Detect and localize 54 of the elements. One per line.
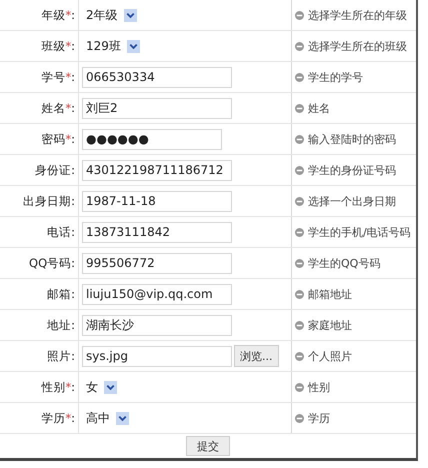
field-label: 出身日期: bbox=[22, 194, 76, 208]
submit-button[interactable]: 提交 bbox=[186, 436, 230, 456]
text-field[interactable]: 13873111842 bbox=[82, 222, 232, 242]
hint-text: 个人照片 bbox=[308, 348, 352, 364]
minus-circle-icon bbox=[295, 10, 304, 20]
field-label: 学号*: bbox=[40, 70, 76, 84]
minus-circle-icon bbox=[295, 414, 304, 422]
field-label: 电话: bbox=[46, 224, 76, 240]
minus-circle-icon bbox=[295, 104, 304, 112]
hint-text: 家庭地址 bbox=[308, 318, 352, 332]
hint-text: 姓名 bbox=[308, 100, 330, 116]
minus-circle-icon bbox=[295, 134, 304, 144]
field-label: 性别*: bbox=[40, 380, 76, 394]
text-field[interactable]: liuju150@vip.qq.com bbox=[82, 284, 232, 304]
hint-text: 学生的QQ号码 bbox=[308, 256, 380, 270]
field-label: 学历*: bbox=[40, 410, 76, 426]
minus-circle-icon bbox=[295, 290, 304, 298]
hint-text: 输入登陆时的密码 bbox=[308, 132, 396, 146]
hint-text: 学生的学号 bbox=[308, 70, 363, 84]
text-field[interactable]: 995506772 bbox=[82, 252, 232, 274]
minus-circle-icon bbox=[295, 166, 304, 174]
minus-circle-icon bbox=[295, 258, 304, 268]
minus-circle-icon bbox=[295, 352, 304, 360]
field-label: 姓名*: bbox=[40, 100, 76, 116]
text-field[interactable]: 430122198711186712 bbox=[82, 160, 232, 180]
field-label: 地址: bbox=[46, 318, 76, 332]
field-label: 密码*: bbox=[40, 132, 76, 146]
hint-text: 选择学生所在的班级 bbox=[308, 38, 407, 54]
minus-circle-icon bbox=[295, 72, 304, 82]
minus-circle-icon bbox=[295, 196, 304, 206]
minus-circle-icon bbox=[295, 382, 304, 392]
field-label: 班级*: bbox=[40, 38, 76, 54]
file-field[interactable]: sys.jpg bbox=[82, 346, 232, 366]
minus-circle-icon bbox=[295, 42, 304, 50]
field-label: 邮箱: bbox=[46, 286, 76, 302]
browse-button[interactable]: 浏览... bbox=[234, 345, 278, 367]
password-field[interactable]: ●●●●●● bbox=[82, 128, 222, 150]
hint-text: 选择学生所在的年级 bbox=[308, 8, 407, 22]
minus-circle-icon bbox=[295, 320, 304, 330]
hint-text: 性别 bbox=[308, 380, 330, 394]
field-label: 年级*: bbox=[40, 8, 76, 22]
field-label: QQ号码: bbox=[28, 256, 76, 270]
text-field[interactable]: 066530334 bbox=[82, 66, 232, 88]
minus-circle-icon bbox=[295, 228, 304, 236]
text-field[interactable]: 湖南长沙 bbox=[82, 314, 232, 336]
text-field[interactable]: 刘巨2 bbox=[82, 98, 232, 118]
hint-text: 学生的身份证号码 bbox=[308, 162, 396, 178]
text-field[interactable]: 1987-11-18 bbox=[82, 190, 232, 212]
field-label: 照片: bbox=[46, 348, 76, 364]
hint-text: 选择一个出身日期 bbox=[308, 194, 396, 208]
hint-text: 邮箱地址 bbox=[308, 286, 352, 302]
hint-text: 学生的手机/电话号码 bbox=[308, 224, 411, 240]
hint-text: 学历 bbox=[308, 410, 330, 426]
field-label: 身份证: bbox=[34, 162, 76, 178]
